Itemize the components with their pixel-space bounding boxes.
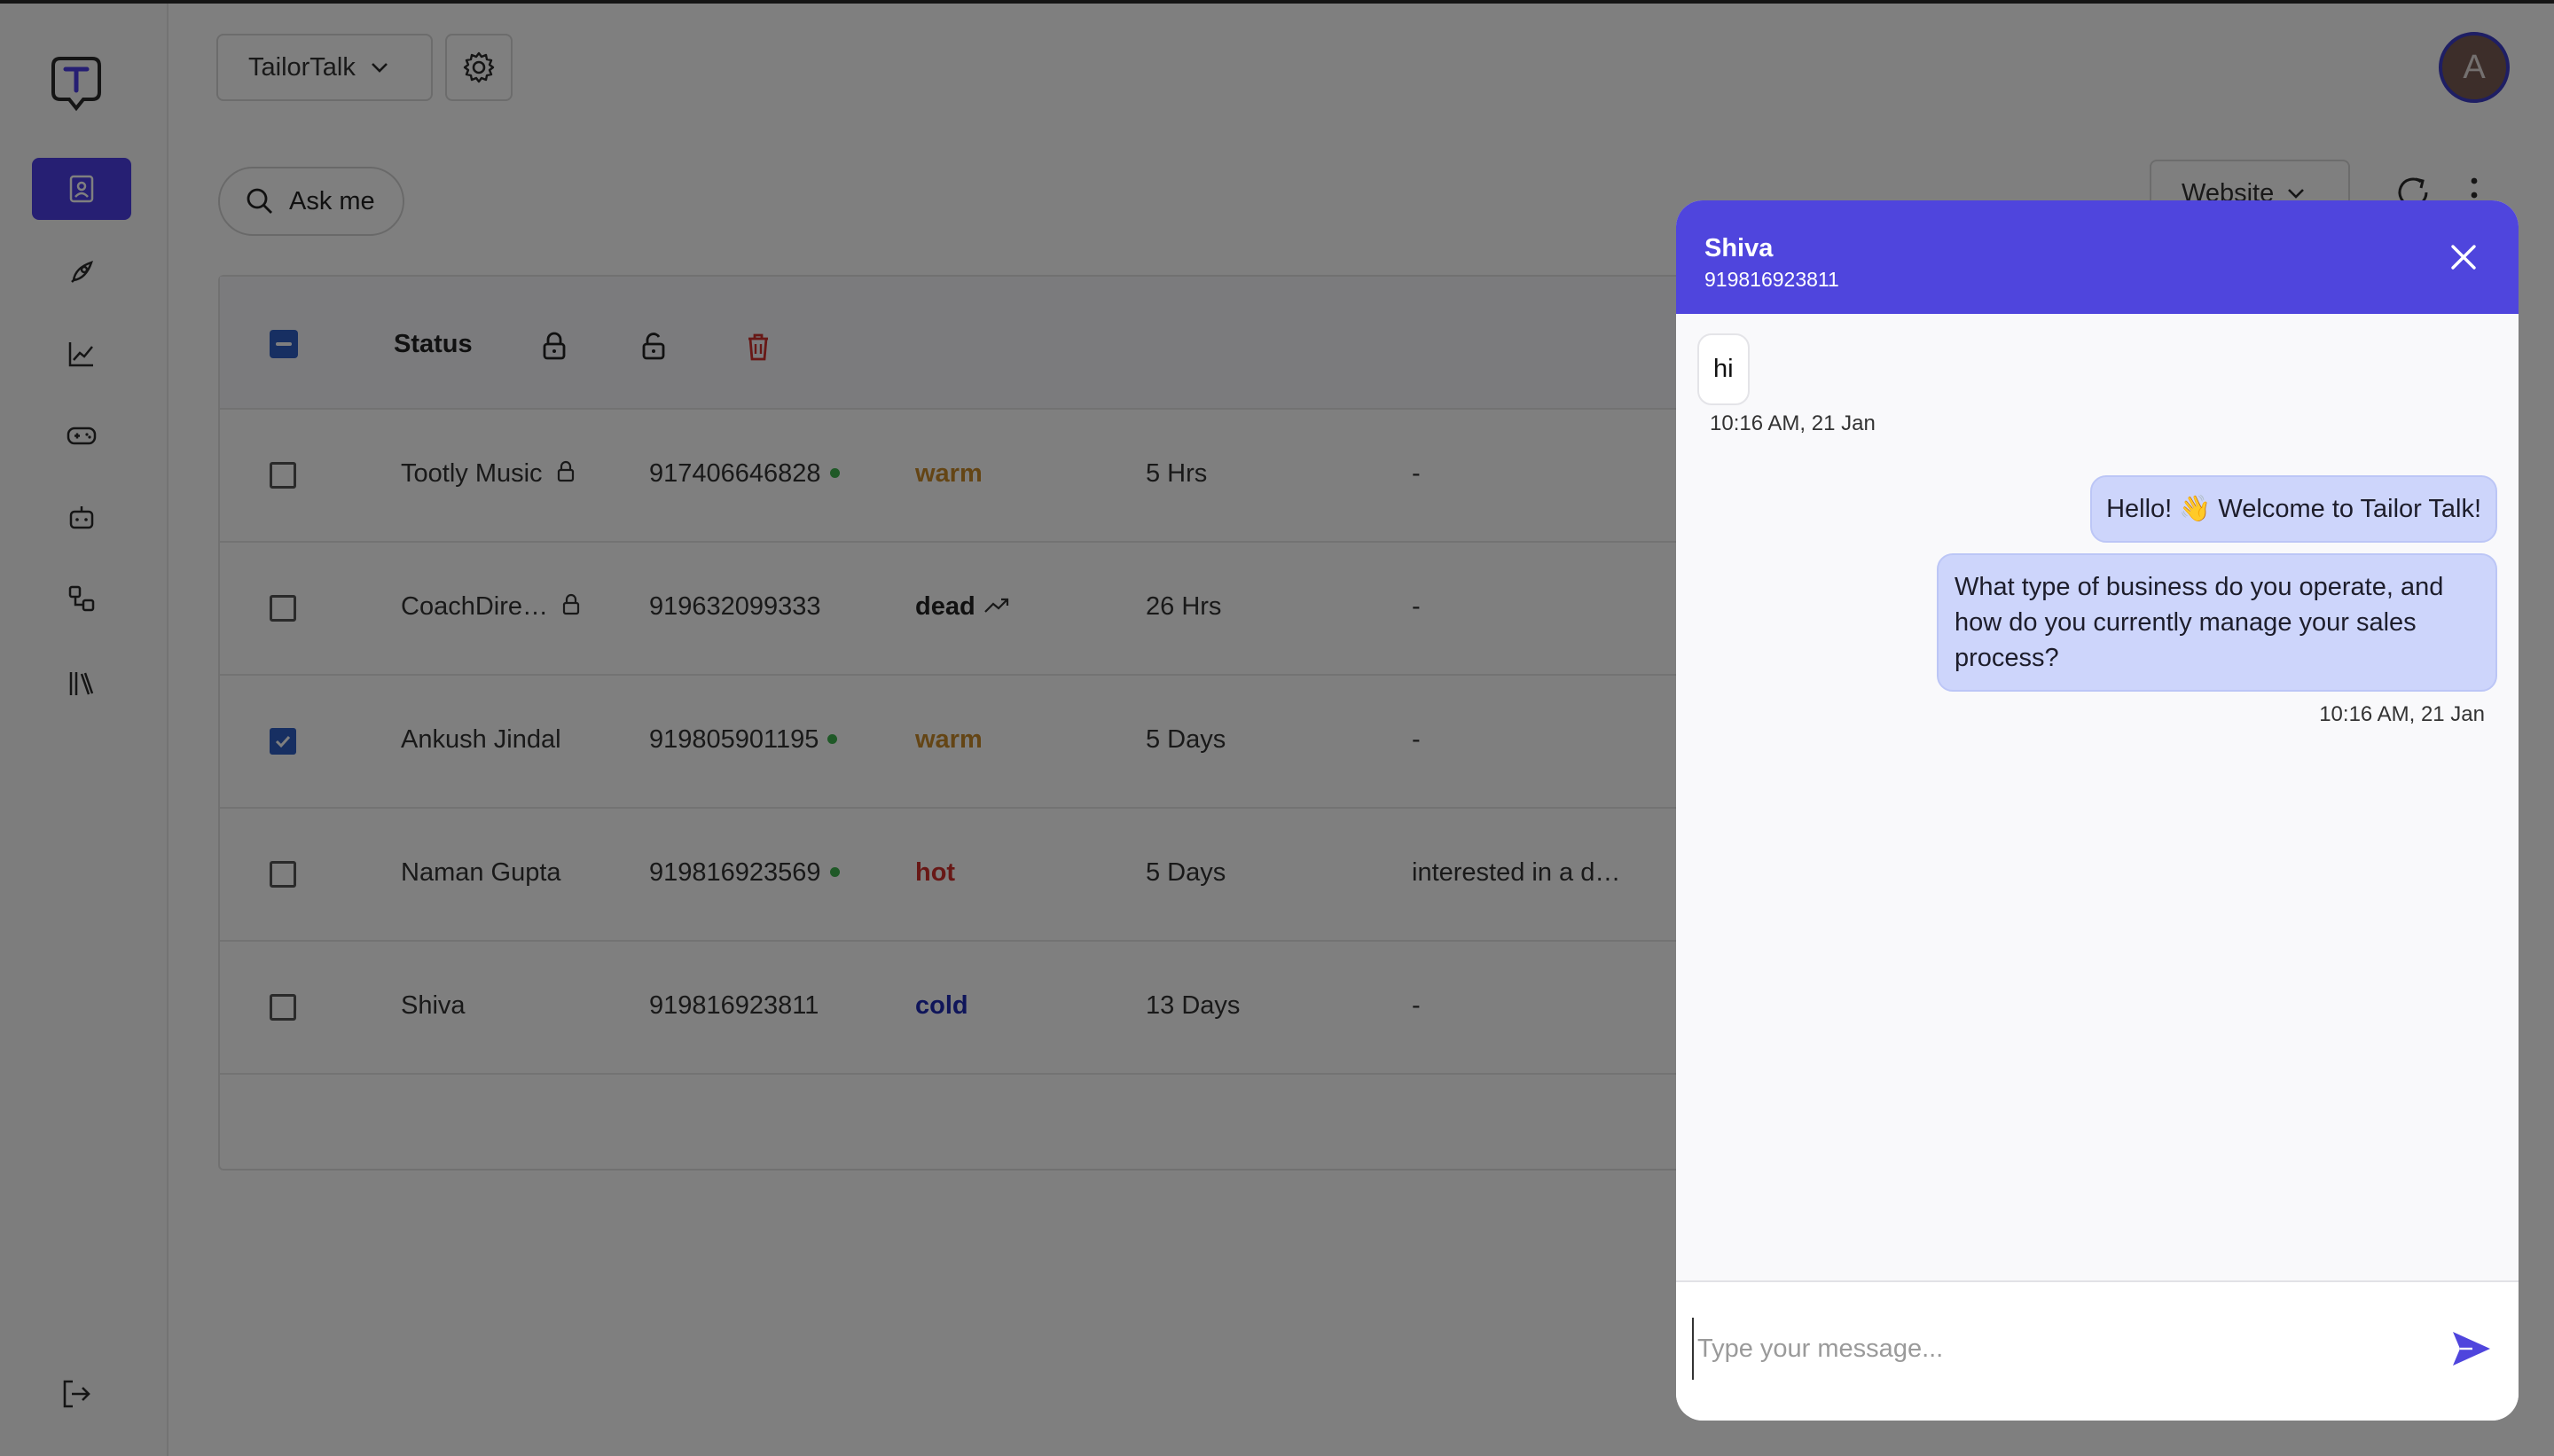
chat-header: Shiva 919816923811: [1676, 200, 2519, 314]
outgoing-message: Hello! 👋 Welcome to Tailor Talk!: [2090, 475, 2497, 543]
send-icon[interactable]: [2449, 1328, 2494, 1369]
chat-composer: [1676, 1280, 2519, 1421]
chat-panel: Shiva 919816923811 hi 10:16 AM, 21 Jan H…: [1676, 200, 2519, 1421]
chat-contact-phone: 919816923811: [1704, 268, 1839, 291]
chat-contact-name: Shiva: [1704, 234, 1774, 262]
message-input[interactable]: [1692, 1318, 2419, 1380]
message-timestamp: 10:16 AM, 21 Jan: [2319, 702, 2485, 726]
message-timestamp: 10:16 AM, 21 Jan: [1710, 411, 1876, 435]
outgoing-message: What type of business do you operate, an…: [1937, 553, 2497, 692]
close-icon[interactable]: [2446, 239, 2481, 275]
incoming-message: hi: [1697, 333, 1750, 405]
